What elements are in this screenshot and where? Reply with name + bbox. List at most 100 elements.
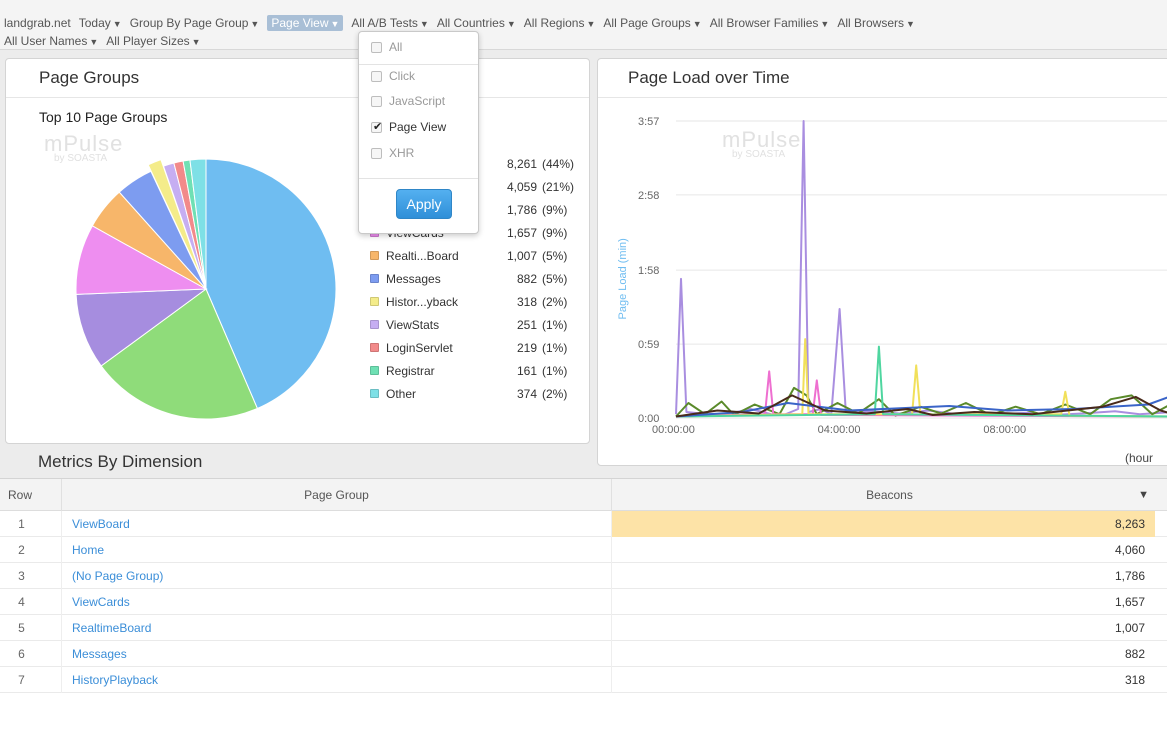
legend-label: Other bbox=[386, 387, 417, 401]
dropdown-option-2[interactable]: JavaScript bbox=[371, 94, 445, 112]
dropdown-option-label: Page View bbox=[389, 120, 447, 134]
legend-percent: (1%) bbox=[542, 364, 568, 378]
filter-label: landgrab.net bbox=[4, 16, 71, 30]
filter-item-5[interactable]: All Countries ▼ bbox=[437, 16, 516, 30]
filter-label: Group By Page Group bbox=[129, 16, 249, 30]
filter-item-row2-1[interactable]: All Player Sizes ▼ bbox=[106, 34, 200, 48]
filter-item-8[interactable]: All Browser Families ▼ bbox=[710, 16, 830, 30]
legend-item[interactable]: Histor...yback 318 (2%) bbox=[370, 295, 589, 311]
page-groups-pie-chart bbox=[75, 158, 337, 420]
filter-item-1[interactable]: Today ▼ bbox=[79, 16, 122, 30]
series-line-0 bbox=[675, 120, 1167, 416]
beacons-cell: 1,657 bbox=[1114, 595, 1145, 609]
pie-subtitle: Top 10 Page Groups bbox=[39, 109, 168, 125]
page-group-link[interactable]: Messages bbox=[62, 641, 612, 667]
column-header-page-group[interactable]: Page Group bbox=[62, 479, 612, 511]
beacons-cell: 318 bbox=[1124, 673, 1145, 687]
legend-percent: (9%) bbox=[542, 203, 568, 217]
page-group-link[interactable]: ViewCards bbox=[62, 589, 612, 615]
legend-value: 8,261 bbox=[506, 157, 537, 171]
filter-item-row2-0[interactable]: All User Names ▼ bbox=[4, 34, 98, 48]
filter-label: All Player Sizes bbox=[106, 34, 190, 48]
panel-header-divider bbox=[6, 97, 589, 98]
dropdown-option-0[interactable]: All bbox=[371, 40, 402, 58]
chevron-down-icon: ▼ bbox=[506, 19, 516, 29]
table-header: Row Page Group Beacons ▼ bbox=[0, 479, 1167, 511]
beacons-cell: 1,786 bbox=[1114, 569, 1145, 583]
filter-item-4[interactable]: All A/B Tests ▼ bbox=[351, 16, 428, 30]
dropdown-option-3[interactable]: Page View bbox=[371, 120, 446, 138]
legend-value: 882 bbox=[516, 272, 537, 286]
chevron-down-icon: ▼ bbox=[330, 19, 340, 29]
legend-item[interactable]: Realti...Board 1,007 (5%) bbox=[370, 249, 589, 265]
legend-swatch bbox=[370, 251, 379, 260]
dropdown-option-1[interactable]: Click bbox=[371, 69, 415, 87]
filter-item-6[interactable]: All Regions ▼ bbox=[524, 16, 596, 30]
page-load-title: Page Load over Time bbox=[628, 68, 790, 87]
dropdown-option-label: XHR bbox=[389, 146, 415, 160]
checkbox-icon[interactable] bbox=[371, 71, 382, 82]
legend-percent: (2%) bbox=[542, 387, 568, 401]
checkbox-icon[interactable] bbox=[371, 148, 382, 159]
chevron-down-icon: ▼ bbox=[906, 19, 915, 29]
filter-item-2[interactable]: Group By Page Group ▼ bbox=[130, 16, 260, 30]
legend-percent: (44%) bbox=[542, 157, 575, 171]
filter-row-2: All User Names ▼ All Player Sizes ▼ bbox=[4, 34, 209, 48]
legend-percent: (5%) bbox=[542, 272, 568, 286]
legend-value: 219 bbox=[516, 341, 537, 355]
panel-header-divider bbox=[598, 97, 1167, 98]
page-group-link[interactable]: (No Page Group) bbox=[62, 563, 612, 589]
legend-item[interactable]: Registrar 161 (1%) bbox=[370, 364, 589, 380]
checkbox-icon[interactable] bbox=[371, 42, 382, 53]
apply-button[interactable]: Apply bbox=[396, 189, 452, 219]
chevron-down-icon: ▼ bbox=[820, 19, 830, 29]
filter-label: Page View bbox=[271, 16, 329, 30]
filter-label: All Countries bbox=[436, 16, 505, 30]
dropdown-option-4[interactable]: XHR bbox=[371, 146, 414, 164]
checkbox-checked-icon[interactable] bbox=[371, 120, 382, 133]
row-number: 5 bbox=[0, 615, 62, 641]
chevron-down-icon: ▼ bbox=[586, 19, 596, 29]
legend-value: 161 bbox=[516, 364, 537, 378]
legend-percent: (2%) bbox=[542, 295, 568, 309]
filter-item-0[interactable]: landgrab.net bbox=[4, 16, 71, 30]
filter-item-9[interactable]: All Browsers ▼ bbox=[837, 16, 915, 30]
table-body: 1 ViewBoard 8,263 2 Home 4,060 3 (No Page Group… bbox=[0, 511, 1167, 693]
legend-label: Histor...yback bbox=[386, 295, 459, 309]
legend-value: 1,657 bbox=[506, 226, 537, 240]
column-header-row[interactable]: Row bbox=[0, 479, 62, 511]
table-row: 2 Home 4,060 bbox=[0, 537, 1167, 563]
filter-item-7[interactable]: All Page Groups ▼ bbox=[603, 16, 701, 30]
legend-item[interactable]: ViewStats 251 (1%) bbox=[370, 318, 589, 334]
dropdown-option-label: Click bbox=[389, 69, 415, 83]
row-number: 6 bbox=[0, 641, 62, 667]
row-number: 2 bbox=[0, 537, 62, 563]
dropdown-separator bbox=[359, 64, 478, 65]
page-group-link[interactable]: ViewBoard bbox=[62, 511, 612, 537]
checkbox-icon[interactable] bbox=[371, 96, 382, 107]
table-row: 6 Messages 882 bbox=[0, 641, 1167, 667]
legend-value: 4,059 bbox=[506, 180, 537, 194]
legend-value: 318 bbox=[516, 295, 537, 309]
legend-item[interactable]: LoginServlet 219 (1%) bbox=[370, 341, 589, 357]
filter-label: Today bbox=[78, 16, 111, 30]
row-number: 7 bbox=[0, 667, 62, 693]
row-number: 4 bbox=[0, 589, 62, 615]
beacons-cell: 8,263 bbox=[612, 511, 1155, 537]
legend-percent: (21%) bbox=[542, 180, 575, 194]
column-header-beacons[interactable]: Beacons bbox=[612, 479, 1167, 511]
legend-label: Registrar bbox=[386, 364, 435, 378]
filter-item-3[interactable]: Page View ▼ bbox=[267, 15, 344, 31]
legend-item[interactable]: Messages 882 (5%) bbox=[370, 272, 589, 288]
sort-desc-icon[interactable]: ▼ bbox=[1138, 489, 1149, 501]
page-group-link[interactable]: HistoryPlayback bbox=[62, 667, 612, 693]
page-group-link[interactable]: Home bbox=[62, 537, 612, 563]
chevron-down-icon: ▼ bbox=[419, 19, 429, 29]
legend-label: Realti...Board bbox=[386, 249, 459, 263]
page-group-link[interactable]: RealtimeBoard bbox=[62, 615, 612, 641]
chevron-down-icon: ▼ bbox=[112, 19, 122, 29]
y-tick-label: 1:58 bbox=[638, 265, 659, 277]
legend-item[interactable]: Other 374 (2%) bbox=[370, 387, 589, 403]
series-line-3 bbox=[675, 338, 1167, 418]
legend-percent: (9%) bbox=[542, 226, 568, 240]
